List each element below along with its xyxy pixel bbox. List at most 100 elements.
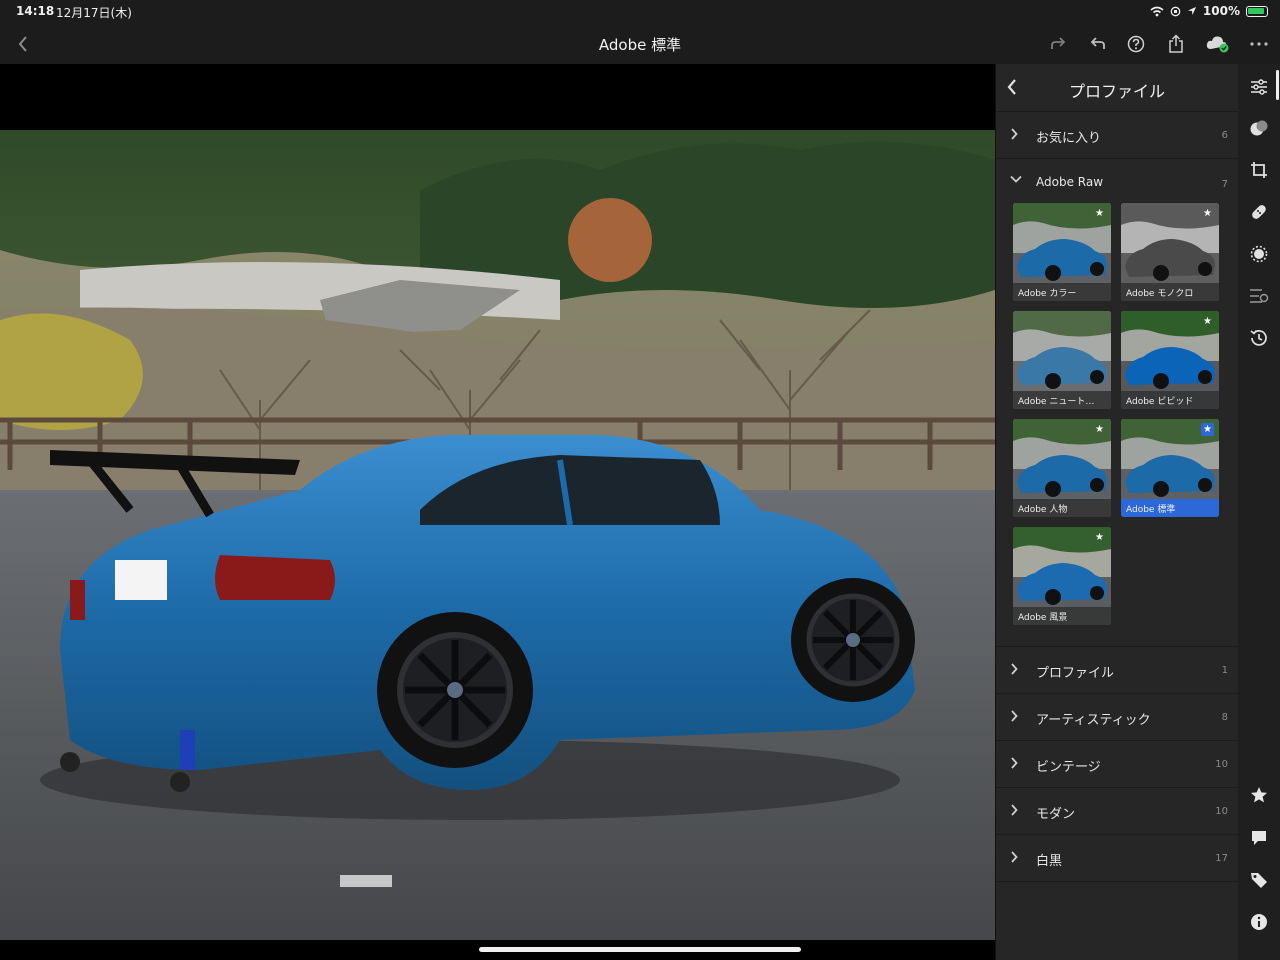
help-button[interactable] [1123, 32, 1149, 56]
group-adobe-raw[interactable]: Adobe Raw 7 [996, 159, 1238, 203]
edit-tool-button[interactable] [1248, 76, 1270, 98]
group-count: 7 [1221, 179, 1228, 190]
presets-button[interactable] [1248, 285, 1270, 307]
battery-icon [1246, 5, 1268, 17]
rating-button[interactable] [1248, 784, 1270, 806]
profile-name: Adobe 人物 [1013, 499, 1111, 517]
chevron-down-icon [1010, 175, 1022, 183]
chevron-right-icon [1011, 663, 1018, 675]
group-label: 白黒 [1036, 854, 1063, 869]
profile-name: Adobe ビビッド [1121, 391, 1219, 409]
group-count: 6 [1221, 130, 1228, 141]
profile-thumbnail[interactable]: ★ Adobe モノクロ [1121, 203, 1219, 301]
crop-icon [1251, 162, 1267, 178]
profile-group-row[interactable]: アーティスティック 8 [996, 694, 1238, 741]
profile-thumbnail[interactable]: ★ Adobe 風景 [1013, 527, 1111, 625]
color-mix-button[interactable] [1248, 117, 1270, 139]
profile-thumbnail-grid: ★ Adobe カラー ★ Adobe モノクロ Adobe ニュート… ★ Adobe ビ… [996, 203, 1238, 647]
sliders-icon [1251, 79, 1267, 95]
profile-name: Adobe モノクロ [1121, 283, 1219, 301]
chevron-right-icon [1011, 128, 1018, 140]
group-label: Adobe Raw [1036, 175, 1104, 189]
cloud-sync-button[interactable] [1205, 32, 1231, 56]
undo-button[interactable] [1085, 32, 1111, 56]
tag-icon [1251, 873, 1267, 888]
redo-button[interactable] [1045, 32, 1071, 56]
profile-thumbnail[interactable]: Adobe ニュート… [1013, 311, 1111, 409]
comment-button[interactable] [1248, 827, 1270, 849]
star-icon [1251, 787, 1267, 803]
profile-name: Adobe カラー [1013, 283, 1111, 301]
healing-button[interactable] [1248, 201, 1270, 223]
profile-group-row[interactable]: プロファイル 1 [996, 647, 1238, 694]
mask-icon [1250, 245, 1268, 263]
keyword-button[interactable] [1248, 869, 1270, 891]
favorite-star-icon[interactable]: ★ [1093, 531, 1106, 544]
mask-button[interactable] [1248, 243, 1270, 265]
status-date: 12月17日(木) [56, 6, 132, 20]
profile-name: Adobe ニュート… [1013, 391, 1111, 409]
edited-photo[interactable] [0, 130, 995, 940]
presets-icon [1250, 289, 1269, 303]
crop-button[interactable] [1248, 159, 1270, 181]
battery-percent: 100% [1202, 4, 1240, 18]
redo-icon [1051, 37, 1066, 49]
photo-canvas[interactable] [0, 64, 995, 960]
status-bar: 14:18 12月17日(木) 100% [0, 0, 1280, 24]
chevron-right-icon [1011, 804, 1018, 816]
active-tool-indicator [1276, 70, 1279, 100]
profile-thumbnail[interactable]: ★ Adobe ビビッド [1121, 311, 1219, 409]
group-label: ビンテージ [1036, 760, 1101, 775]
status-time: 14:18 [16, 4, 55, 18]
healing-icon [1252, 205, 1266, 219]
panel-header: プロファイル [996, 64, 1238, 112]
chevron-right-icon [1011, 757, 1018, 769]
edit-toolbar [1238, 64, 1280, 960]
orientation-lock-icon [1170, 6, 1181, 16]
group-count: 8 [1221, 712, 1228, 723]
group-count: 17 [1215, 853, 1228, 864]
cloud-sync-icon [1206, 36, 1229, 53]
profile-thumbnail[interactable]: ★ Adobe カラー [1013, 203, 1111, 301]
profile-name: Adobe 標準 [1121, 499, 1219, 517]
photo-image [0, 130, 995, 940]
profile-group-row[interactable]: モダン 10 [996, 788, 1238, 835]
favorite-star-icon[interactable]: ★ [1093, 207, 1106, 220]
favorite-star-icon[interactable] [1093, 315, 1106, 328]
profile-thumbnail[interactable]: ★ Adobe 標準 [1121, 419, 1219, 517]
group-favorites[interactable]: お気に入り 6 [996, 112, 1238, 159]
profile-group-list: プロファイル 1 アーティスティック 8 ビンテージ 10 モダン 10 白黒 17 [996, 647, 1238, 882]
help-icon [1127, 35, 1145, 53]
favorite-star-icon[interactable]: ★ [1201, 207, 1214, 220]
favorite-star-icon[interactable]: ★ [1093, 423, 1106, 436]
profile-group-row[interactable]: ビンテージ 10 [996, 741, 1238, 788]
group-label: モダン [1036, 807, 1076, 822]
history-button[interactable] [1248, 327, 1270, 349]
share-button[interactable] [1163, 32, 1189, 56]
undo-icon [1090, 37, 1105, 49]
profile-name: Adobe 風景 [1013, 607, 1111, 625]
status-indicators: 100% [1150, 4, 1268, 18]
favorite-star-icon[interactable]: ★ [1201, 423, 1214, 436]
history-icon [1250, 329, 1267, 346]
group-label: お気に入り [1036, 131, 1102, 146]
profile-thumbnail[interactable]: ★ Adobe 人物 [1013, 419, 1111, 517]
comment-icon [1252, 831, 1266, 845]
favorite-star-icon[interactable]: ★ [1201, 315, 1214, 328]
wifi-icon [1150, 6, 1164, 16]
top-nav: Adobe 標準 [0, 24, 1280, 64]
info-button[interactable] [1248, 911, 1270, 933]
chevron-right-icon [1011, 851, 1018, 863]
group-label: プロファイル [1036, 666, 1115, 681]
home-indicator[interactable] [479, 947, 801, 952]
location-icon [1187, 7, 1196, 15]
more-button[interactable] [1246, 32, 1272, 56]
group-count: 1 [1221, 665, 1228, 676]
group-count: 10 [1215, 806, 1228, 817]
info-icon [1251, 914, 1267, 930]
group-label: アーティスティック [1036, 713, 1151, 728]
profile-group-row[interactable]: 白黒 17 [996, 835, 1238, 882]
profile-panel: プロファイル お気に入り 6 Adobe Raw 7 ★ Adobe カラー ★ Ad… [995, 64, 1238, 960]
color-mix-icon [1250, 120, 1268, 136]
panel-title: プロファイル [1068, 82, 1165, 101]
